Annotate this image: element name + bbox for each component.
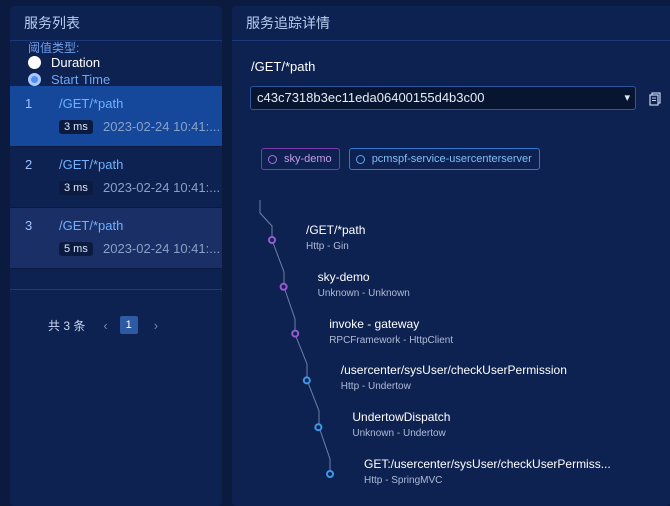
span-name: /usercenter/sysUser/checkUserPermission [340,363,567,378]
span-node[interactable]: invoke - gateway RPCFramework - HttpClien… [329,317,453,346]
span-subtitle: Http - Undertow [340,381,411,393]
item-path: /GET/*path [59,96,124,111]
list-item[interactable]: 1 /GET/*path 3 ms 2023-02-24 10:41:... [10,86,222,147]
radio-dot-icon[interactable] [28,56,41,69]
service-tag-pcmspf[interactable]: pcmspf-service-usercenterserver [348,148,540,170]
page-number-button[interactable]: 1 [119,316,138,334]
span-node-icon [279,282,288,291]
span-name: sky-demo [317,269,370,284]
span-name: UndertowDispatch [352,410,451,425]
duration-badge: 5 ms [59,242,93,256]
trace-id-value: c43c7318b3ec11eda06400155d4b3c00 [257,90,485,105]
span-node-icon [291,329,300,338]
list-item[interactable]: 3 /GET/*path 5 ms 2023-02-24 10:41:... [10,208,222,269]
duration-badge: 3 ms [59,120,93,134]
item-time: 2023-02-24 10:41:... [103,180,221,195]
item-path: /GET/*path [59,157,124,172]
trace-detail-panel: 服务追踪详情 /GET/*path c43c7318b3ec11eda06400… [232,6,670,506]
span-subtitle: Http - Gin [306,241,349,252]
span-node[interactable]: /GET/*path Http - Gin [306,223,365,252]
item-path: /GET/*path [59,218,124,233]
span-subtitle: Http - SpringMVC [364,475,443,486]
item-time: 2023-02-24 10:41:... [103,119,221,134]
circle-icon [355,154,365,164]
span-subtitle: RPCFramework - HttpClient [329,334,454,346]
circle-icon [268,154,277,164]
span-node-icon [314,423,323,432]
pagination: 共 3 条 ‹ 1 › [10,316,222,334]
span-node[interactable]: GET:/usercenter/sysUser/checkUserPermiss… [364,457,611,486]
trace-tree-lines [259,200,334,478]
service-tag-sky-demo[interactable]: sky-demo [261,148,340,170]
span-node[interactable]: /usercenter/sysUser/checkUserPermission H… [341,363,567,392]
threshold-type-label: 阈值类型: [28,41,80,55]
span-subtitle: Unknown - Unknown [317,287,410,299]
span-name: invoke - gateway [329,316,420,331]
radio-dot-icon[interactable] [28,73,41,86]
prev-page-icon[interactable]: ‹ [103,318,107,333]
span-node[interactable]: sky-demo Unknown - Unknown [318,270,410,299]
trace-id-select[interactable]: c43c7318b3ec11eda06400155d4b3c00 ▾ [250,86,636,110]
trace-path: /GET/*path [251,59,316,74]
copy-icon[interactable] [649,92,661,106]
trace-detail-title: 服务追踪详情 [232,6,670,41]
span-subtitle: Unknown - Undertow [352,428,446,440]
chevron-down-icon[interactable]: ▾ [624,87,630,109]
total-count: 共 3 条 [48,318,86,333]
span-name: GET:/usercenter/sysUser/checkUserPermiss… [364,457,611,471]
item-index: 2 [25,157,33,172]
service-tag-label: sky-demo [284,153,332,165]
radio-label: Start Time [51,72,111,87]
list-item[interactable]: 2 /GET/*path 3 ms 2023-02-24 10:41:... [10,147,222,208]
service-tag-label: pcmspf-service-usercenterserver [371,153,532,165]
span-node[interactable]: UndertowDispatch Unknown - Undertow [352,410,450,439]
span-node-icon [268,236,276,244]
item-time: 2023-02-24 10:41:... [103,241,221,256]
span-node-icon [326,470,334,478]
divider [10,289,222,290]
radio-start-time[interactable]: Start Time [28,72,110,87]
next-page-icon[interactable]: › [154,318,158,333]
item-index: 1 [25,96,33,111]
span-name: /GET/*path [306,223,366,237]
span-node-icon [302,376,311,385]
radio-duration[interactable]: Duration [28,55,100,70]
radio-label: Duration [51,55,101,70]
service-list-panel: 服务列表 阈值类型: Duration Start Time 1 /GET/*p… [10,6,222,506]
service-tags: sky-demo pcmspf-service-usercenterserver [261,148,540,170]
item-index: 3 [25,218,33,233]
service-list: 1 /GET/*path 3 ms 2023-02-24 10:41:... 2… [10,86,222,269]
duration-badge: 3 ms [59,181,93,195]
service-list-title: 服务列表 [10,6,222,41]
